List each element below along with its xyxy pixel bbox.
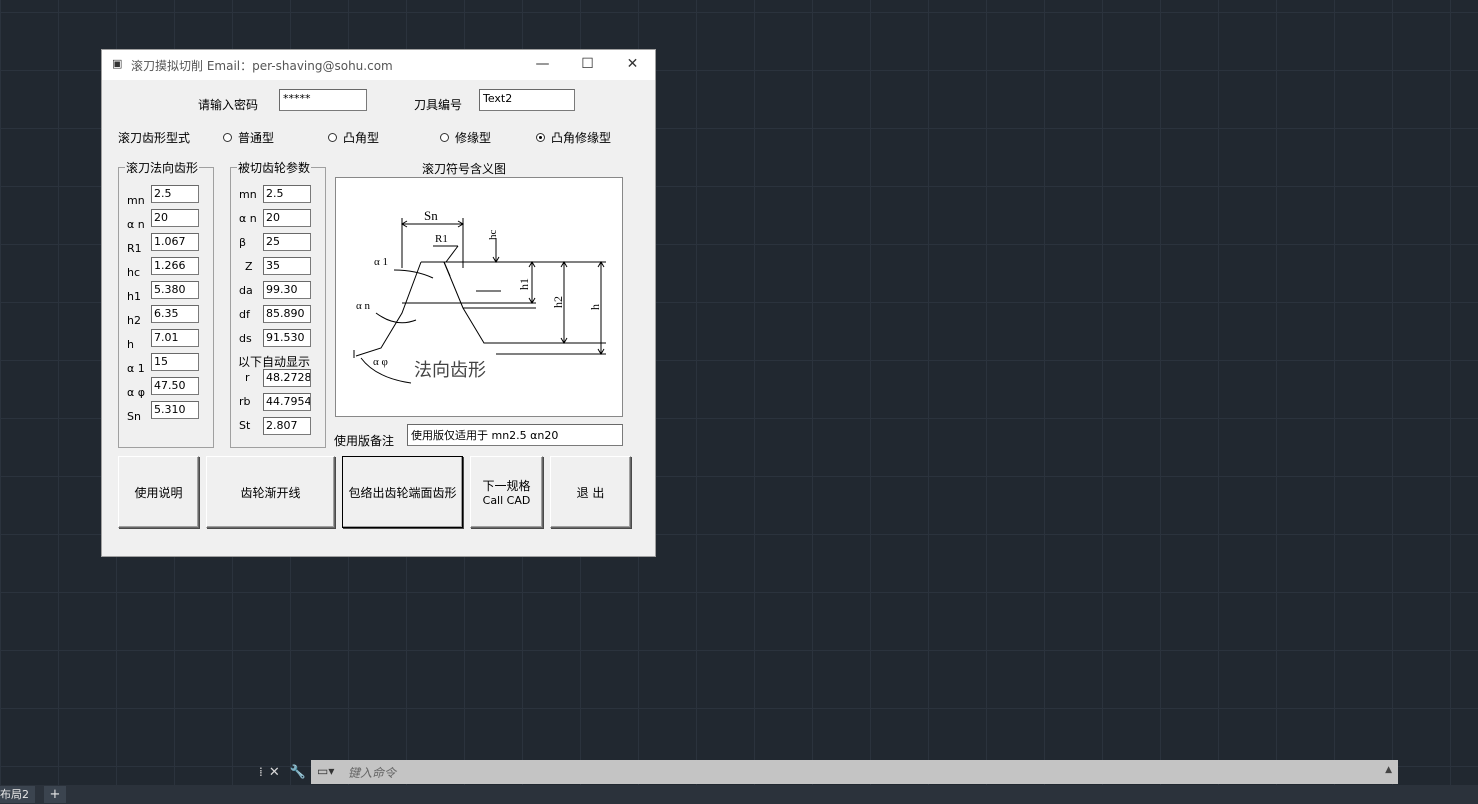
param-label: h	[127, 338, 134, 351]
next-spec-label: 下一规格	[482, 479, 531, 493]
note-input[interactable]: 使用版仅适用于 mn2.5 αn20	[407, 424, 623, 446]
maximize-button[interactable]: ☐	[565, 50, 610, 80]
alpha-1-input[interactable]: 15	[151, 353, 199, 371]
gear-params-group: 被切齿轮参数 mn 2.5 α n 20 β 25 Z 35 da 99.30 …	[230, 159, 326, 448]
close-icon[interactable]: ✕	[269, 765, 280, 780]
tooth-profile-drawing: Sn R1 hc α 1 h1 h2 h α n α φ 法向齿形	[353, 208, 606, 384]
add-layout-button[interactable]: +	[44, 786, 66, 803]
st-input[interactable]: 2.807	[263, 417, 311, 435]
param-label: β	[239, 236, 247, 249]
tool-number-label: 刀具编号	[414, 98, 463, 112]
r1-input[interactable]: 1.067	[151, 233, 199, 251]
layout-tabbar: 布局2 +	[0, 785, 1478, 804]
normal-profile-group: 滚刀法向齿形 mn 2.5 α n 20 R1 1.067 hc 1.266 h…	[118, 159, 214, 448]
radio-convex[interactable]: 凸角型	[328, 129, 379, 146]
h2-input[interactable]: 6.35	[151, 305, 199, 323]
param-label: Z	[245, 260, 253, 273]
profile-type-label: 滚刀齿形型式	[118, 131, 191, 145]
gear-params-title: 被切齿轮参数	[237, 159, 312, 176]
terminal-icon[interactable]: ▭▾	[317, 764, 334, 778]
param-label: St	[239, 419, 251, 432]
r-input[interactable]: 48.2728	[263, 369, 311, 387]
param-label: r	[245, 371, 250, 384]
param-label: mn	[239, 188, 257, 201]
param-label: h2	[127, 314, 141, 327]
help-button[interactable]: 使用说明	[118, 456, 199, 528]
gear-alpha-n-input[interactable]: 20	[263, 209, 311, 227]
envelope-profile-button[interactable]: 包络出齿轮端面齿形	[342, 456, 463, 528]
beta-input[interactable]: 25	[263, 233, 311, 251]
gear-mn-input[interactable]: 2.5	[263, 185, 311, 203]
param-label: α φ	[127, 386, 146, 399]
password-input[interactable]: *****	[279, 89, 367, 111]
df-input[interactable]: 85.890	[263, 305, 311, 323]
label-caption: 法向齿形	[414, 360, 486, 380]
z-input[interactable]: 35	[263, 257, 311, 275]
diagram-title: 滚刀符号含义图	[422, 162, 507, 176]
normal-profile-title: 滚刀法向齿形	[125, 159, 200, 176]
param-label: rb	[239, 395, 251, 408]
param-label: h1	[127, 290, 141, 303]
password-label: 请输入密码	[198, 98, 259, 112]
alpha-phi-input[interactable]: 47.50	[151, 377, 199, 395]
window-title: 滚刀摸拟切削 Email：per-shaving@sohu.com	[131, 59, 393, 73]
mn-input[interactable]: 2.5	[151, 185, 199, 203]
param-label: ds	[239, 332, 252, 345]
label-alpha-n: α n	[356, 300, 371, 312]
grip-icon[interactable]: ⁞	[259, 765, 263, 779]
chevron-up-icon[interactable]: ▲	[1385, 765, 1392, 775]
radio-trim[interactable]: 修缘型	[440, 129, 491, 146]
h-input[interactable]: 7.01	[151, 329, 199, 347]
param-label: df	[239, 308, 250, 321]
involute-button[interactable]: 齿轮渐开线	[206, 456, 335, 528]
param-label: Sn	[127, 410, 141, 423]
alpha-n-input[interactable]: 20	[151, 209, 199, 227]
call-cad-label: Call CAD	[482, 494, 531, 507]
param-label: α n	[127, 218, 145, 231]
label-h1: h1	[517, 278, 531, 290]
command-bar[interactable]: ▭▾ 键入命令 ▲	[311, 760, 1398, 784]
label-alpha-1: α 1	[374, 256, 388, 268]
tool-number-input[interactable]: Text2	[479, 89, 575, 111]
note-label: 使用版备注	[334, 434, 395, 448]
label-r1: R1	[435, 233, 448, 245]
param-label: R1	[127, 242, 142, 255]
label-hc: hc	[487, 230, 499, 241]
param-label: α 1	[127, 362, 145, 375]
close-button[interactable]: ✕	[610, 50, 655, 80]
radio-normal[interactable]: 普通型	[223, 129, 274, 146]
param-label: hc	[127, 266, 141, 279]
ds-input[interactable]: 91.530	[263, 329, 311, 347]
label-h2: h2	[551, 296, 565, 308]
dialog-window: ▣ 滚刀摸拟切削 Email：per-shaving@sohu.com — ☐ …	[101, 49, 656, 557]
symbol-diagram: Sn R1 hc α 1 h1 h2 h α n α φ 法向齿形	[335, 177, 623, 417]
command-tools: ⁞ ✕ 🔧	[255, 760, 311, 784]
label-alpha-phi: α φ	[373, 356, 388, 368]
hc-input[interactable]: 1.266	[151, 257, 199, 275]
tab-layout2[interactable]: 布局2	[0, 786, 35, 803]
da-input[interactable]: 99.30	[263, 281, 311, 299]
rb-input[interactable]: 44.7954	[263, 393, 311, 411]
sn-input[interactable]: 5.310	[151, 401, 199, 419]
param-label: da	[239, 284, 253, 297]
exit-button[interactable]: 退 出	[550, 456, 631, 528]
auto-display-label: 以下自动显示	[238, 355, 311, 369]
label-h: h	[588, 304, 602, 310]
wrench-icon[interactable]: 🔧	[290, 765, 306, 780]
command-input[interactable]: 键入命令	[348, 764, 396, 781]
param-label: α n	[239, 212, 257, 225]
next-spec-button[interactable]: 下一规格 Call CAD	[470, 456, 543, 528]
label-sn: Sn	[424, 208, 438, 223]
param-label: mn	[127, 194, 145, 207]
title-bar[interactable]: ▣ 滚刀摸拟切削 Email：per-shaving@sohu.com — ☐ …	[102, 50, 655, 80]
minimize-button[interactable]: —	[520, 50, 565, 80]
h1-input[interactable]: 5.380	[151, 281, 199, 299]
app-icon: ▣	[112, 57, 123, 70]
radio-convex-trim[interactable]: 凸角修缘型	[536, 129, 611, 146]
